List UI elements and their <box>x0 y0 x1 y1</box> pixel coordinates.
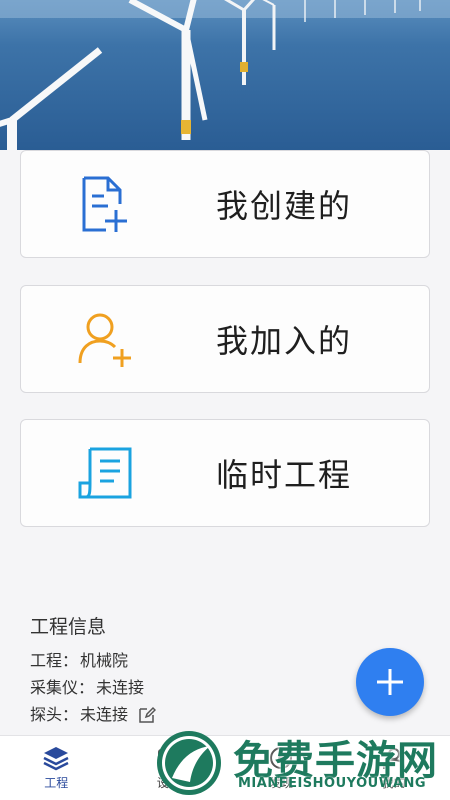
card-label: 我创建的 <box>216 187 353 225</box>
project-info: 工程信息 工程： 机械院 采集仪： 未连接 探头： 未连接 <box>30 612 330 728</box>
tab-discover[interactable]: 发现 <box>225 736 338 800</box>
project-info-title: 工程信息 <box>30 616 107 638</box>
document-add-icon <box>76 174 136 234</box>
wind-turbine-image <box>0 0 450 150</box>
compass-icon <box>270 747 293 769</box>
user-icon <box>382 748 405 770</box>
collector-row: 采集仪： 未连接 <box>30 674 330 701</box>
project-value: 机械院 <box>80 651 129 670</box>
device-icon <box>157 749 180 767</box>
user-add-icon <box>76 309 136 369</box>
project-label: 工程： <box>30 651 79 670</box>
tab-project[interactable]: 工程 <box>0 736 113 800</box>
layers-icon <box>43 747 69 771</box>
project-row: 工程： 机械院 <box>30 647 330 674</box>
probe-row: 探头： 未连接 <box>30 701 330 728</box>
collector-value: 未连接 <box>96 678 145 697</box>
plus-icon <box>377 669 403 695</box>
edit-icon[interactable] <box>138 706 157 724</box>
tab-device[interactable]: 设备 <box>113 736 226 800</box>
bottom-tab-bar: 工程 设备 发现 我的 <box>0 735 450 800</box>
probe-label: 探头： <box>30 705 79 724</box>
tab-label: 发现 <box>269 776 294 790</box>
tab-label: 设备 <box>156 776 181 790</box>
tab-mine[interactable]: 我的 <box>338 736 450 800</box>
temp-file-icon <box>76 445 136 501</box>
card-temp-project[interactable]: 临时工程 <box>20 419 430 527</box>
add-button[interactable] <box>356 648 424 716</box>
collector-label: 采集仪： <box>30 678 95 697</box>
card-my-joined[interactable]: 我加入的 <box>20 285 430 393</box>
tab-label: 工程 <box>44 776 69 790</box>
card-label: 临时工程 <box>216 456 353 494</box>
probe-value: 未连接 <box>80 705 129 724</box>
hero-banner <box>0 0 450 150</box>
card-my-created[interactable]: 我创建的 <box>20 150 430 258</box>
card-label: 我加入的 <box>216 322 353 360</box>
tab-label: 我的 <box>381 776 406 790</box>
